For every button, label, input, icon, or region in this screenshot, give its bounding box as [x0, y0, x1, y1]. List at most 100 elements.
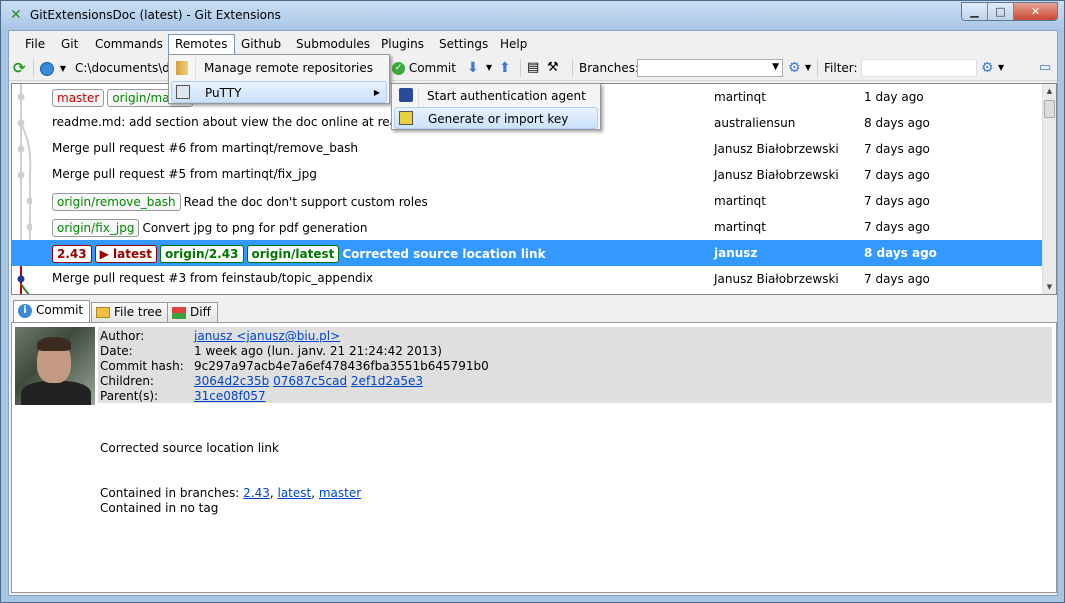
parent-commit-link[interactable]: 31ce08f057: [194, 389, 266, 403]
filter-input[interactable]: [861, 59, 977, 77]
author-label: Author:: [100, 329, 145, 343]
putty-label: PuTTY: [205, 86, 242, 100]
tab-file-tree[interactable]: File tree: [91, 302, 170, 322]
filter-options-gear-icon[interactable]: ⚙: [981, 59, 994, 77]
commit-date-cell: 7 days ago: [864, 142, 930, 156]
chevron-down-icon: ▼: [59, 63, 66, 73]
commit-message-cell: readme.md: add section about view the do…: [52, 115, 439, 129]
remote-ref-badge[interactable]: origin/remove_bash: [52, 193, 181, 211]
commit-message-cell: Merge pull request #5 from martinqt/fix_…: [52, 167, 317, 181]
remote-ref-badge[interactable]: origin/fix_jpg: [52, 219, 140, 237]
main-client-area: File Git Commands Remotes Github Submodu…: [8, 30, 1058, 596]
commit-subject: Merge pull request #6 from martinqt/remo…: [52, 141, 359, 155]
commit-button-label: Commit: [408, 61, 456, 75]
menu-file[interactable]: File: [19, 35, 51, 53]
branch-link[interactable]: 2.43: [243, 486, 270, 500]
putty-icon: [176, 85, 190, 99]
commit-subject: Merge pull request #5 from martinqt/fix_…: [52, 167, 317, 181]
menu-bar: File Git Commands Remotes Github Submodu…: [9, 31, 1057, 55]
branch-options-gear-icon[interactable]: ⚙: [788, 59, 801, 77]
commit-date-cell: 7 days ago: [864, 168, 930, 182]
author-link[interactable]: janusz <janusz@biu.pl>: [194, 329, 340, 343]
refresh-icon[interactable]: ⟳: [13, 59, 26, 77]
menu-help[interactable]: Help: [494, 35, 533, 53]
stash-icon[interactable]: ▤: [527, 59, 539, 77]
commit-hash-label: Commit hash:: [100, 359, 184, 373]
repository-path[interactable]: C:\documents\do: [75, 59, 177, 77]
menu-commands[interactable]: Commands: [89, 35, 169, 53]
commit-button[interactable]: ✓ Commit: [392, 59, 456, 77]
generate-import-key-item[interactable]: Generate or import key: [394, 107, 598, 129]
commit-row[interactable]: origin/fix_jpg Convert jpg to png for pdf…: [12, 214, 1044, 240]
local-ref-badge[interactable]: master: [52, 89, 105, 107]
settings-tools-icon[interactable]: ⚒: [547, 59, 559, 77]
branch-link[interactable]: master: [319, 486, 361, 500]
commit-row[interactable]: 2.43 ▶ latest origin/2.43 origin/latest Corr…: [12, 240, 1044, 266]
child-commit-link[interactable]: 3064d2c35b: [194, 374, 269, 388]
contained-branches-label: Contained in branches:: [100, 486, 240, 500]
commit-message-cell: origin/fix_jpg Convert jpg to png for pdf…: [52, 219, 367, 237]
branches-dropdown[interactable]: ▼: [637, 59, 783, 77]
app-window: ✕ GitExtensionsDoc (latest) - Git Extens…: [0, 0, 1065, 603]
tab-diff[interactable]: Diff: [167, 302, 218, 322]
commit-date-cell: 7 days ago: [864, 194, 930, 208]
commit-subject: readme.md: add section about view the do…: [52, 115, 440, 129]
toolbar-separator: [520, 59, 521, 77]
scroll-thumb[interactable]: [1044, 100, 1055, 118]
local-ref-badge[interactable]: ▶ latest: [94, 245, 157, 263]
branch-link[interactable]: latest: [277, 486, 311, 500]
date-value: 1 week ago (lun. janv. 21 21:24:42 2013): [194, 344, 442, 358]
commit-date-cell: 7 days ago: [864, 272, 930, 286]
putty-item[interactable]: PuTTY ▶: [171, 81, 387, 103]
chevron-down-icon[interactable]: ▼: [805, 59, 811, 77]
menu-remotes[interactable]: Remotes: [168, 34, 235, 55]
tab-commit[interactable]: i Commit: [13, 300, 91, 322]
tab-commit-label: Commit: [36, 303, 84, 317]
commit-row[interactable]: Merge pull request #3 from feinstaub/top…: [12, 266, 1044, 292]
grid-vertical-scrollbar[interactable]: ▲ ▼: [1042, 84, 1056, 294]
child-commit-link[interactable]: 07687c5cad: [273, 374, 347, 388]
scroll-down-arrow-icon[interactable]: ▼: [1043, 280, 1056, 294]
commit-row[interactable]: Merge pull request #6 from martinqt/remo…: [12, 136, 1044, 162]
manage-remotes-item[interactable]: Manage remote repositories: [171, 57, 387, 79]
pull-icon[interactable]: ⬇: [467, 59, 479, 77]
menu-plugins[interactable]: Plugins: [375, 35, 430, 53]
start-auth-agent-item[interactable]: Start authentication agent: [394, 85, 598, 107]
commit-author-cell: martinqt: [714, 220, 766, 234]
repository-icon: [40, 61, 54, 76]
menu-submodules[interactable]: Submodules: [290, 35, 376, 53]
commit-author-cell: janusz: [714, 246, 758, 260]
commit-hash-value: 9c297a97acb4e7a6ef478436fba3551b645791b0: [194, 359, 489, 373]
contained-in-branches: Contained in branches: 2.43, latest, mas…: [100, 486, 362, 500]
remote-ref-badge[interactable]: origin/2.43: [159, 245, 244, 263]
commit-author-cell: Janusz Białobrzewski: [714, 272, 839, 286]
commit-subject: Merge pull request #3 from feinstaub/top…: [52, 271, 373, 285]
child-commit-link[interactable]: 2ef1d2a5e3: [351, 374, 423, 388]
commit-message-cell: Merge pull request #3 from feinstaub/top…: [52, 271, 373, 285]
menu-git[interactable]: Git: [55, 35, 84, 53]
maximize-button[interactable]: □: [988, 3, 1014, 20]
remotes-dropdown-menu: Manage remote repositories PuTTY ▶: [168, 54, 390, 104]
menu-github[interactable]: Github: [235, 35, 287, 53]
scroll-up-arrow-icon[interactable]: ▲: [1043, 84, 1056, 98]
chevron-down-icon[interactable]: ▼: [998, 59, 1004, 77]
remote-ref-badge[interactable]: origin/latest: [246, 245, 340, 263]
pull-options-chevron-icon[interactable]: ▼: [486, 59, 492, 77]
tab-file-tree-label: File tree: [114, 305, 163, 319]
commit-author-cell: martinqt: [714, 90, 766, 104]
close-button[interactable]: ✕: [1014, 3, 1057, 20]
minimize-button[interactable]: ▁: [962, 3, 988, 20]
detail-tabs: i Commit File tree Diff: [11, 300, 1057, 322]
pageant-icon: [399, 88, 413, 102]
local-ref-badge[interactable]: 2.43: [52, 245, 92, 263]
title-bar: ✕ GitExtensionsDoc (latest) - Git Extens…: [1, 1, 1064, 30]
layout-toggle-icon[interactable]: ▭: [1039, 59, 1051, 77]
commit-row[interactable]: Merge pull request #5 from martinqt/fix_…: [12, 162, 1044, 188]
toolbar-separator: [817, 59, 818, 77]
commit-row[interactable]: origin/remove_bash Read the doc don't sup…: [12, 188, 1044, 214]
menu-settings[interactable]: Settings: [433, 35, 494, 53]
repository-selector[interactable]: ▼: [40, 59, 66, 77]
putty-submenu: Start authentication agent Generate or i…: [391, 83, 601, 130]
commit-date-cell: 8 days ago: [864, 116, 930, 130]
push-icon[interactable]: ⬆: [499, 59, 511, 77]
